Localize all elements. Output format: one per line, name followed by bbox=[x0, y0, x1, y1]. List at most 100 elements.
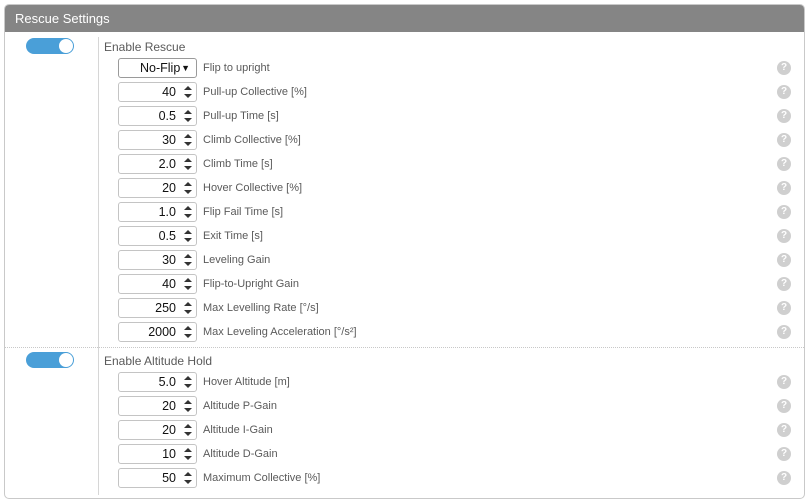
hover-altitude-m-input[interactable]: 5.0 bbox=[118, 372, 197, 392]
question-circle-icon[interactable]: ? bbox=[777, 375, 791, 389]
hover-collective-input[interactable]: 20 bbox=[118, 178, 197, 198]
spin-up-icon[interactable] bbox=[184, 302, 192, 306]
spin-arrows[interactable] bbox=[183, 447, 193, 461]
spin-down-icon[interactable] bbox=[184, 118, 192, 122]
spin-up-icon[interactable] bbox=[184, 110, 192, 114]
question-circle-icon[interactable]: ? bbox=[777, 277, 791, 291]
spin-arrows[interactable] bbox=[183, 205, 193, 219]
spin-arrows[interactable] bbox=[183, 325, 193, 339]
flip-mode-select[interactable]: No-Flip ▼ bbox=[118, 58, 197, 78]
maximum-collective-input[interactable]: 50 bbox=[118, 468, 197, 488]
spin-arrows[interactable] bbox=[183, 399, 193, 413]
spin-down-icon[interactable] bbox=[184, 432, 192, 436]
question-circle-icon[interactable]: ? bbox=[777, 471, 791, 485]
altitude-i-gain-input[interactable]: 20 bbox=[118, 420, 197, 440]
spin-up-icon[interactable] bbox=[184, 448, 192, 452]
spin-down-icon[interactable] bbox=[184, 384, 192, 388]
question-circle-icon[interactable]: ? bbox=[777, 325, 791, 339]
question-circle-icon[interactable]: ? bbox=[777, 133, 791, 147]
hover-collective-label: Hover Collective [%] bbox=[203, 182, 303, 194]
maximum-collective-label: Maximum Collective [%] bbox=[203, 472, 321, 484]
question-circle-icon[interactable]: ? bbox=[777, 447, 791, 461]
climb-collective-input[interactable]: 30 bbox=[118, 130, 197, 150]
spin-arrows[interactable] bbox=[183, 375, 193, 389]
spin-arrows[interactable] bbox=[183, 109, 193, 123]
spin-down-icon[interactable] bbox=[184, 286, 192, 290]
spin-up-icon[interactable] bbox=[184, 424, 192, 428]
question-circle-icon[interactable]: ? bbox=[777, 205, 791, 219]
flip-to-upright-row: No-Flip ▼ Flip to upright ? bbox=[118, 58, 798, 78]
spin-up-icon[interactable] bbox=[184, 326, 192, 330]
altitude-p-gain-input[interactable]: 20 bbox=[118, 396, 197, 416]
spin-up-icon[interactable] bbox=[184, 230, 192, 234]
climb-collective-label: Climb Collective [%] bbox=[203, 134, 301, 146]
spin-down-icon[interactable] bbox=[184, 166, 192, 170]
rescue-settings-panel: Rescue Settings Enable Rescue No-Flip ▼ … bbox=[4, 4, 805, 499]
question-circle-icon[interactable]: ? bbox=[777, 109, 791, 123]
altitude-i-gain-label: Altitude I-Gain bbox=[203, 424, 273, 436]
question-circle-icon[interactable]: ? bbox=[777, 61, 791, 75]
question-circle-icon[interactable]: ? bbox=[777, 229, 791, 243]
spin-arrows[interactable] bbox=[183, 423, 193, 437]
spin-down-icon[interactable] bbox=[184, 408, 192, 412]
question-circle-icon[interactable]: ? bbox=[777, 181, 791, 195]
spin-up-icon[interactable] bbox=[184, 472, 192, 476]
pull-up-time-s-input[interactable]: 0.5 bbox=[118, 106, 197, 126]
altitude-d-gain-label: Altitude D-Gain bbox=[203, 448, 278, 460]
max-leveling-acceleration-s-label: Max Leveling Acceleration [°/s²] bbox=[203, 326, 357, 338]
spin-up-icon[interactable] bbox=[184, 278, 192, 282]
spin-down-icon[interactable] bbox=[184, 480, 192, 484]
spin-up-icon[interactable] bbox=[184, 206, 192, 210]
climb-time-s-input[interactable]: 2.0 bbox=[118, 154, 197, 174]
max-levelling-rate-s-input[interactable]: 250 bbox=[118, 298, 197, 318]
pull-up-collective-input[interactable]: 40 bbox=[118, 82, 197, 102]
altitude-i-gain-value: 20 bbox=[162, 423, 176, 437]
flip-to-upright-gain-input[interactable]: 40 bbox=[118, 274, 197, 294]
spin-down-icon[interactable] bbox=[184, 214, 192, 218]
spin-up-icon[interactable] bbox=[184, 86, 192, 90]
spin-down-icon[interactable] bbox=[184, 190, 192, 194]
spin-down-icon[interactable] bbox=[184, 142, 192, 146]
spin-arrows[interactable] bbox=[183, 471, 193, 485]
question-circle-icon[interactable]: ? bbox=[777, 399, 791, 413]
spin-arrows[interactable] bbox=[183, 277, 193, 291]
enable-rescue-label: Enable Rescue bbox=[104, 40, 186, 54]
flip-fail-time-s-label: Flip Fail Time [s] bbox=[203, 206, 284, 218]
spin-down-icon[interactable] bbox=[184, 262, 192, 266]
max-leveling-acceleration-s-input[interactable]: 2000 bbox=[118, 322, 197, 342]
spin-up-icon[interactable] bbox=[184, 158, 192, 162]
leveling-gain-input[interactable]: 30 bbox=[118, 250, 197, 270]
spin-arrows[interactable] bbox=[183, 229, 193, 243]
spin-up-icon[interactable] bbox=[184, 182, 192, 186]
altitude-d-gain-row: 10 Altitude D-Gain? bbox=[118, 444, 798, 464]
question-circle-icon[interactable]: ? bbox=[777, 157, 791, 171]
spin-arrows[interactable] bbox=[183, 181, 193, 195]
exit-time-s-input[interactable]: 0.5 bbox=[118, 226, 197, 246]
question-circle-icon[interactable]: ? bbox=[777, 301, 791, 315]
spin-arrows[interactable] bbox=[183, 133, 193, 147]
spin-down-icon[interactable] bbox=[184, 456, 192, 460]
spin-down-icon[interactable] bbox=[184, 94, 192, 98]
spin-up-icon[interactable] bbox=[184, 134, 192, 138]
flip-fail-time-s-input[interactable]: 1.0 bbox=[118, 202, 197, 222]
altitude-d-gain-input[interactable]: 10 bbox=[118, 444, 197, 464]
spin-down-icon[interactable] bbox=[184, 334, 192, 338]
spin-down-icon[interactable] bbox=[184, 310, 192, 314]
question-circle-icon[interactable]: ? bbox=[777, 253, 791, 267]
enable-altitude-hold-label: Enable Altitude Hold bbox=[104, 354, 213, 368]
spin-up-icon[interactable] bbox=[184, 400, 192, 404]
enable-altitude-hold-toggle[interactable] bbox=[26, 352, 74, 368]
pull-up-time-s-value: 0.5 bbox=[158, 109, 176, 123]
spin-arrows[interactable] bbox=[183, 157, 193, 171]
spin-down-icon[interactable] bbox=[184, 238, 192, 242]
spin-up-icon[interactable] bbox=[184, 254, 192, 258]
spin-arrows[interactable] bbox=[183, 301, 193, 315]
spin-arrows[interactable] bbox=[183, 253, 193, 267]
enable-rescue-toggle[interactable] bbox=[26, 38, 74, 54]
spin-up-icon[interactable] bbox=[184, 376, 192, 380]
question-circle-icon[interactable]: ? bbox=[777, 423, 791, 437]
spin-arrows[interactable] bbox=[183, 85, 193, 99]
pull-up-time-s-label: Pull-up Time [s] bbox=[203, 110, 279, 122]
question-circle-icon[interactable]: ? bbox=[777, 85, 791, 99]
max-levelling-rate-s-label: Max Levelling Rate [°/s] bbox=[203, 302, 319, 314]
